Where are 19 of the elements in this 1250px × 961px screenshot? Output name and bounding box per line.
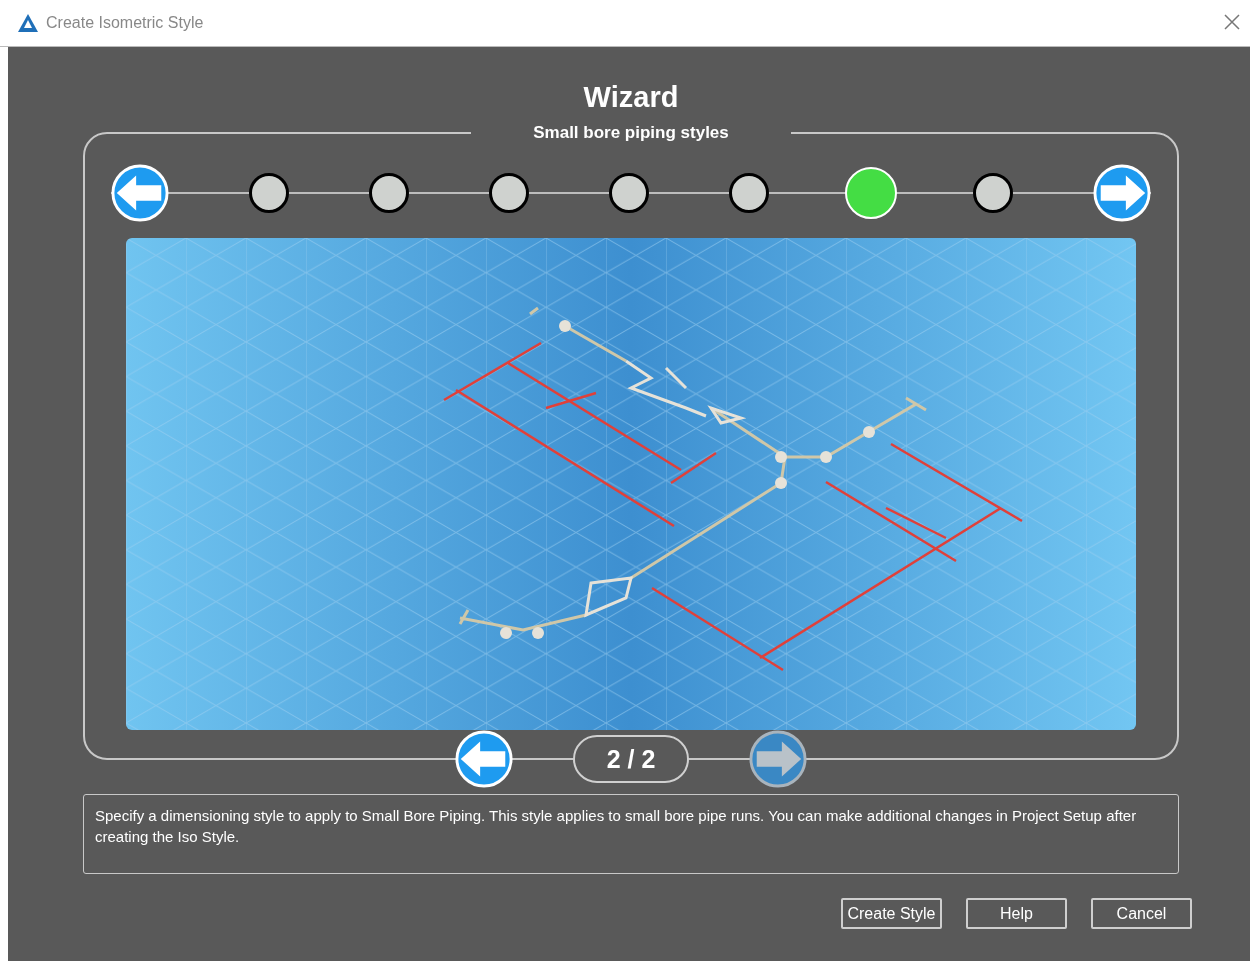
wizard-title: Wizard bbox=[582, 80, 680, 115]
app-logo-icon bbox=[18, 14, 38, 32]
step-indicator[interactable] bbox=[369, 173, 409, 213]
close-icon[interactable] bbox=[1224, 14, 1240, 30]
step-indicator[interactable] bbox=[729, 173, 769, 213]
window-title: Create Isometric Style bbox=[46, 14, 204, 32]
step-indicator[interactable] bbox=[249, 173, 289, 213]
step-indicator[interactable] bbox=[973, 173, 1013, 213]
previous-page-button[interactable] bbox=[455, 730, 513, 788]
page-counter: 2 / 2 bbox=[573, 735, 689, 783]
section-title: Small bore piping styles bbox=[532, 123, 730, 143]
step-indicator[interactable] bbox=[609, 173, 649, 213]
step-indicator[interactable] bbox=[489, 173, 529, 213]
dialog-button[interactable]: Cancel bbox=[1091, 898, 1192, 929]
previous-step-button[interactable] bbox=[111, 164, 169, 222]
next-step-button[interactable] bbox=[1093, 164, 1151, 222]
dialog-button[interactable]: Help bbox=[966, 898, 1067, 929]
description-text: Specify a dimensioning style to apply to Small Bore Piping. This style applies to small bore pipe runs. You can make additional changes in Project Setup after creating the Iso Style. bbox=[83, 794, 1179, 874]
dialog-button[interactable]: Create Style bbox=[841, 898, 942, 929]
